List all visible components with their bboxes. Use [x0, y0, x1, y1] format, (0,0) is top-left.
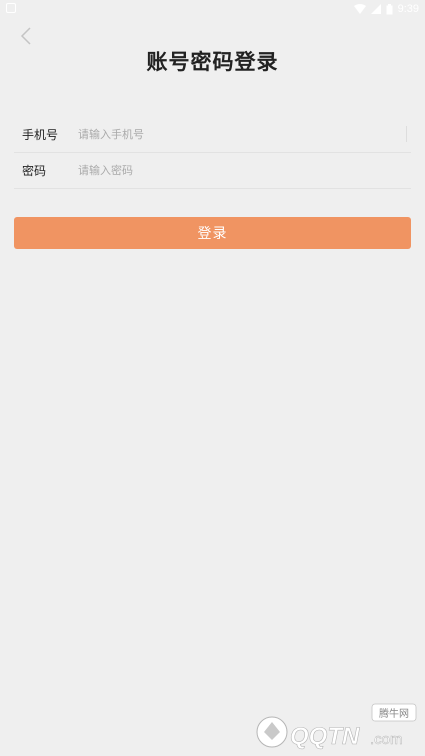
login-button[interactable]: 登录	[14, 217, 411, 249]
back-button[interactable]	[14, 24, 38, 48]
wifi-icon	[353, 4, 366, 14]
clock: 9:39	[397, 3, 419, 15]
qqtn-watermark: QQTN .com 腾牛网	[256, 703, 417, 750]
phone-row: 手机号	[14, 116, 411, 153]
watermark-domain: .com	[370, 731, 403, 748]
notification-icon	[6, 3, 16, 13]
signal-icon	[370, 4, 381, 14]
chevron-left-icon	[20, 27, 31, 45]
password-row: 密码	[14, 152, 411, 189]
watermark-badge: 腾牛网	[379, 707, 409, 720]
password-input[interactable]	[72, 163, 411, 177]
status-bar: 9:39	[0, 0, 425, 18]
password-label: 密码	[22, 163, 47, 178]
phone-label: 手机号	[22, 127, 59, 142]
watermark-brand: QQTN	[290, 723, 360, 750]
status-icons: 9:39	[353, 2, 419, 16]
phone-input[interactable]	[72, 127, 411, 141]
page-title: 账号密码登录	[146, 50, 279, 74]
phone-input-divider	[406, 126, 407, 142]
battery-icon	[386, 3, 393, 14]
